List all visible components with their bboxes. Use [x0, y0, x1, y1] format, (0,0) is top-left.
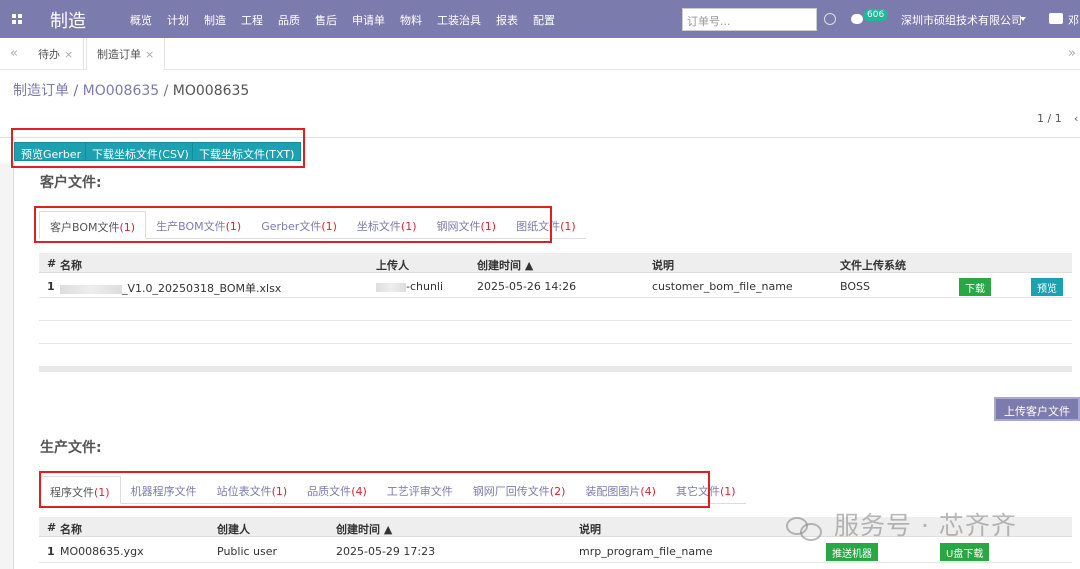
main-menu: 概览 计划 制造 工程 品质 售后 申请单 物料 工装治具 报表 配置: [130, 12, 570, 28]
highlight-box-toolbar: [11, 128, 305, 168]
col-num: #: [47, 521, 57, 534]
highlight-box-production-tabs: [39, 471, 710, 508]
table-row-empty: [39, 344, 1072, 367]
left-strip: [0, 163, 13, 569]
wechat-logo-icon: [786, 515, 826, 541]
table-footer: [39, 366, 1072, 372]
col-desc[interactable]: 说明: [579, 521, 601, 537]
menu-item-plan[interactable]: 计划: [167, 12, 189, 28]
table-row[interactable]: 1 MO008635.ygx Public user 2025-05-29 17…: [39, 540, 1072, 563]
push-machine-button[interactable]: 推送机器: [826, 543, 878, 561]
close-icon[interactable]: ×: [145, 48, 154, 61]
uploader: -chunli: [376, 280, 443, 293]
customer-files-title: 客户文件:: [40, 175, 102, 191]
watermark: 服务号 · 芯齐齐: [834, 511, 1017, 540]
camera-icon[interactable]: [1049, 13, 1063, 24]
apps-grid-icon[interactable]: [12, 14, 23, 25]
close-icon[interactable]: ×: [64, 48, 73, 61]
company-switcher[interactable]: 深圳市硕组技术有限公司: [901, 12, 1022, 28]
menu-item-materials[interactable]: 物料: [400, 12, 422, 28]
table-row-empty: [39, 298, 1072, 321]
file-name: MO008635.ygx: [60, 545, 144, 558]
upload-system: BOSS: [840, 280, 870, 293]
pager-prev-icon[interactable]: ‹: [1074, 112, 1078, 125]
breadcrumb-sep: /: [159, 83, 173, 99]
col-desc[interactable]: 说明: [652, 257, 674, 273]
caret-down-icon[interactable]: [1020, 17, 1026, 21]
row-num: 1: [47, 545, 55, 558]
col-name[interactable]: 名称: [60, 521, 82, 537]
clock-icon[interactable]: [824, 13, 836, 25]
file-name-text: _V1.0_20250318_BOM单.xlsx: [122, 282, 282, 295]
row-num: 1: [47, 280, 55, 293]
top-navbar: 制造 概览 计划 制造 工程 品质 售后 申请单 物料 工装治具 报表 配置 订…: [0, 0, 1080, 38]
window-tab-todo[interactable]: 待办 ×: [28, 38, 85, 70]
order-search-input[interactable]: 订单号...: [682, 8, 817, 31]
col-creator[interactable]: 创建人: [217, 521, 250, 537]
highlight-box-customer-tabs: [34, 206, 552, 243]
description: customer_bom_file_name: [652, 280, 793, 293]
menu-item-overview[interactable]: 概览: [130, 12, 152, 28]
table-row[interactable]: 1 _V1.0_20250318_BOM单.xlsx -chunli 2025-…: [39, 275, 1072, 298]
production-files-title: 生产文件:: [40, 440, 102, 456]
window-tab-mo[interactable]: 制造订单 ×: [86, 38, 166, 70]
pager-value[interactable]: 1 / 1: [1037, 112, 1062, 125]
created-time: 2025-05-26 14:26: [477, 280, 577, 293]
col-num: #: [47, 257, 57, 270]
col-created[interactable]: 创建时间 ▲: [336, 521, 392, 537]
chat-icon[interactable]: [851, 14, 863, 24]
tab-label: 制造订单: [97, 48, 141, 61]
menu-item-quality[interactable]: 品质: [278, 12, 300, 28]
menu-item-manufacturing[interactable]: 制造: [204, 12, 226, 28]
file-name: _V1.0_20250318_BOM单.xlsx: [60, 280, 281, 296]
preview-button[interactable]: 预览: [1031, 278, 1063, 296]
window-tab-bar: « 待办 × 制造订单 × »: [0, 38, 1080, 70]
breadcrumb: 制造订单 / MO008635 / MO008635: [13, 80, 249, 100]
description: mrp_program_file_name: [579, 545, 713, 558]
usb-download-button[interactable]: U盘下载: [940, 543, 990, 561]
breadcrumb-mo[interactable]: MO008635: [83, 83, 160, 99]
col-name[interactable]: 名称: [60, 257, 82, 273]
app-brand: 制造: [50, 11, 86, 32]
col-system[interactable]: 文件上传系统: [840, 257, 906, 273]
redacted-text: [60, 284, 122, 294]
menu-item-aftersales[interactable]: 售后: [315, 12, 337, 28]
breadcrumb-mo-list[interactable]: 制造订单: [13, 83, 69, 99]
menu-item-engineering[interactable]: 工程: [241, 12, 263, 28]
collapse-left-icon[interactable]: «: [10, 46, 18, 61]
message-count-badge[interactable]: 606: [863, 9, 889, 21]
col-uploader[interactable]: 上传人: [376, 257, 409, 273]
menu-item-requests[interactable]: 申请单: [352, 12, 385, 28]
download-button[interactable]: 下载: [959, 278, 991, 296]
tab-label: 待办: [38, 48, 60, 61]
menu-item-config[interactable]: 配置: [533, 12, 555, 28]
collapse-right-icon[interactable]: »: [1068, 46, 1076, 61]
tab-count: (1): [560, 220, 576, 233]
customer-table-header: # 名称 上传人 创建时间 ▲ 说明 文件上传系统: [39, 253, 1072, 273]
creator: Public user: [217, 545, 278, 558]
menu-item-reports[interactable]: 报表: [496, 12, 518, 28]
user-menu[interactable]: 邓: [1068, 12, 1079, 28]
breadcrumb-sep: /: [69, 83, 83, 99]
upload-customer-file-button[interactable]: 上传客户文件: [994, 397, 1080, 421]
redacted-text: [376, 282, 406, 292]
breadcrumb-current: MO008635: [172, 83, 250, 99]
uploader-text: -chunli: [406, 280, 444, 293]
created-time: 2025-05-29 17:23: [336, 545, 436, 558]
col-created[interactable]: 创建时间 ▲: [477, 257, 533, 273]
menu-item-fixtures[interactable]: 工装治具: [437, 12, 481, 28]
tab-count: (1): [719, 485, 736, 498]
table-row-empty: [39, 321, 1072, 344]
